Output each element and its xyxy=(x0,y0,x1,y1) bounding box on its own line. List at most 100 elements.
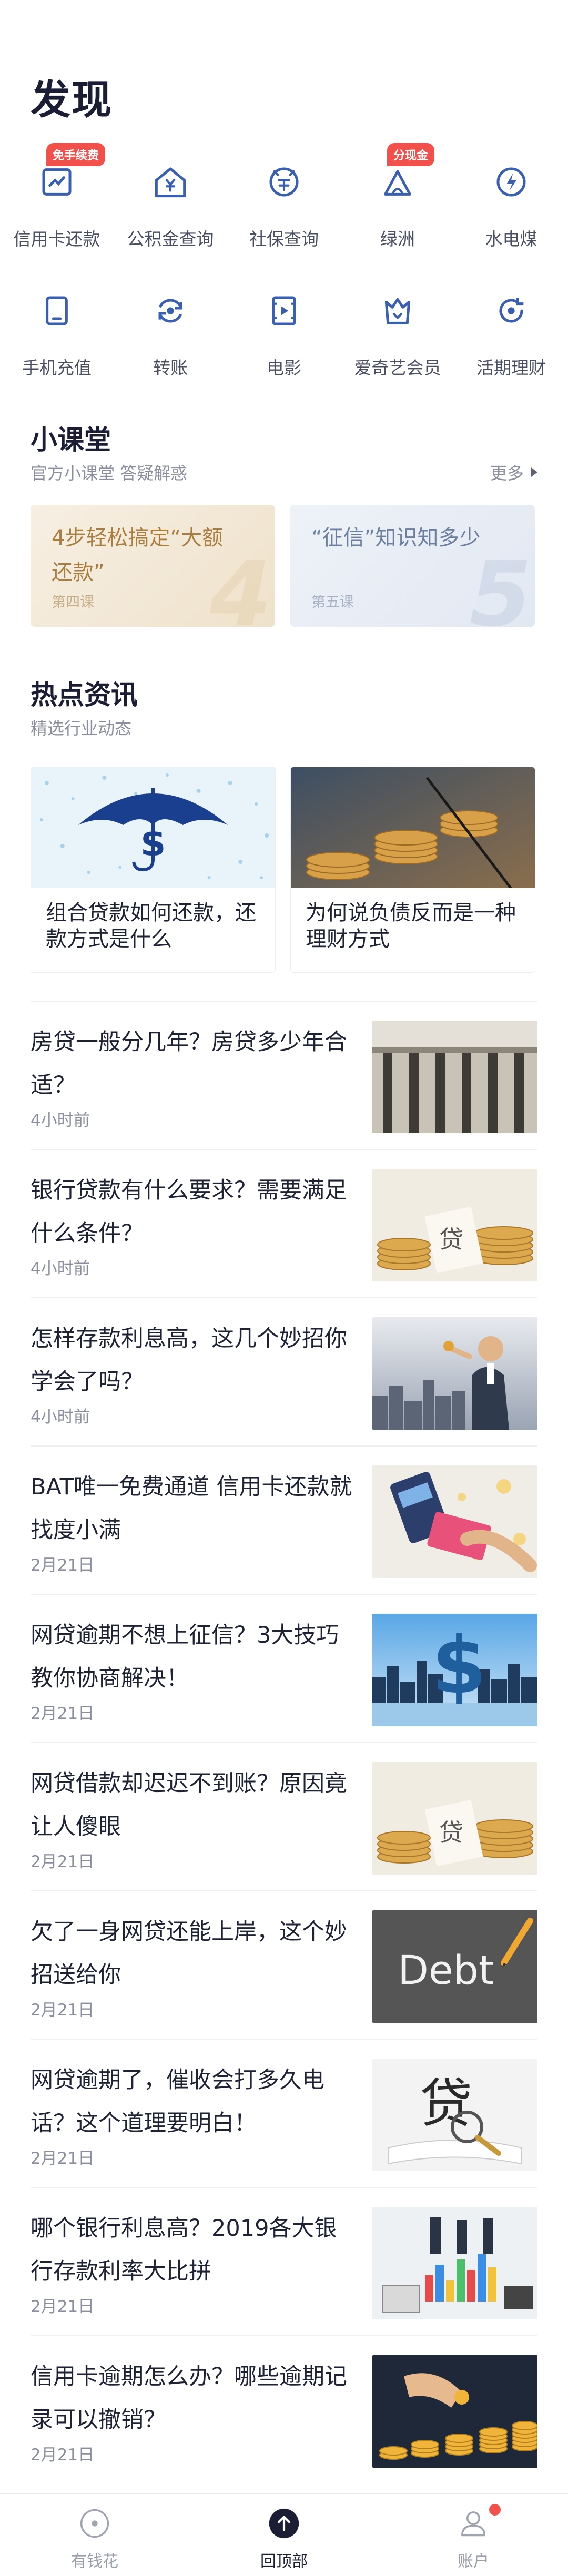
news-time: 4小时前 xyxy=(31,1259,90,1278)
coins-loan-image: 贷 xyxy=(372,1762,537,1875)
lesson-card[interactable]: 4 4步轻松搞定“大额还款” 第四课 xyxy=(31,505,275,627)
news-item[interactable]: 哪个银行利息高？2019各大银行存款利率大比拼 2月21日 xyxy=(31,2187,537,2335)
service-label: 社保查询 xyxy=(249,229,319,249)
featured-title: 为何说负债反而是一种理财方式 xyxy=(306,901,516,951)
tab-account[interactable]: 账户 xyxy=(379,2494,568,2576)
page-title: 发现 xyxy=(31,76,113,123)
phone-recharge-icon xyxy=(32,286,82,336)
service-phone-recharge[interactable]: 手机充值 xyxy=(0,272,114,401)
thumb-loan-text: 贷 xyxy=(439,1818,463,1847)
coins-loan-image: 贷 xyxy=(372,1169,537,1281)
dollar-city-image: $ xyxy=(372,1614,537,1726)
hot-news-title: 热点资讯 xyxy=(31,680,138,711)
news-item[interactable]: 怎样存款利息高，这几个妙招你学会了吗？ 4小时前 xyxy=(31,1297,537,1445)
card-payment-image xyxy=(372,1465,537,1578)
loan-magnifier-image: 贷 xyxy=(372,2059,537,2171)
social-security-icon xyxy=(259,157,309,207)
news-item[interactable]: 网贷借款却迟迟不到账？原因竟让人傻眼 2月21日 贷 xyxy=(31,1742,537,1890)
news-title: 怎样存款利息高，这几个妙招你学会了吗？ xyxy=(31,1326,347,1395)
coins-image xyxy=(291,767,535,888)
service-oasis[interactable]: 分现金 绿洲 xyxy=(341,143,454,272)
hot-news-subtitle: 精选行业动态 xyxy=(31,718,132,738)
city-businessman-image xyxy=(372,1317,537,1430)
service-label: 活期理财 xyxy=(476,358,546,378)
service-housing-fund[interactable]: 公积金查询 xyxy=(114,143,227,272)
debt-chalkboard-image: Debt xyxy=(372,1910,537,2023)
classroom-title: 小课堂 xyxy=(31,425,111,456)
news-time: 2月21日 xyxy=(31,2446,95,2465)
news-item[interactable]: 房贷一般分几年？房贷多少年合适？ 4小时前 xyxy=(31,1001,537,1149)
news-time: 2月21日 xyxy=(31,1852,95,1871)
news-item[interactable]: 欠了一身网贷还能上岸，这个妙招送给你 2月21日 Debt xyxy=(31,1890,537,2039)
news-item[interactable]: 网贷逾期了，催收会打多久电话？这个道理要明白！ 2月21日 贷 xyxy=(31,2039,537,2187)
lesson-big-number: 5 xyxy=(469,543,532,627)
chevron-right-icon xyxy=(531,467,537,477)
svg-text:$: $ xyxy=(432,1620,486,1712)
featured-article[interactable]: $ 组合贷款如何还款，还款方式是什么 xyxy=(31,767,276,973)
back-to-top-icon xyxy=(267,2506,301,2541)
news-item[interactable]: 银行贷款有什么要求？需要满足什么条件？ 4小时前 贷 xyxy=(31,1149,537,1297)
service-utilities[interactable]: 水电煤 xyxy=(454,143,568,272)
featured-title: 组合贷款如何还款，还款方式是什么 xyxy=(46,901,256,951)
service-label: 电影 xyxy=(267,358,301,378)
news-time: 4小时前 xyxy=(31,1408,90,1427)
classroom-more-link[interactable]: 更多 xyxy=(490,460,537,484)
lesson-card[interactable]: 5 “征信”知识知多少 第五课 xyxy=(290,505,535,627)
housing-fund-icon xyxy=(145,157,196,207)
account-icon xyxy=(456,2506,491,2541)
iqiyi-vip-icon xyxy=(372,286,423,336)
lesson-title: 4步轻松搞定“大额还款” xyxy=(52,526,224,585)
transfer-icon xyxy=(145,286,196,336)
news-time: 2月21日 xyxy=(31,2297,95,2316)
news-time: 2月21日 xyxy=(31,2001,95,2020)
service-label: 爱奇艺会员 xyxy=(354,358,441,378)
service-movie[interactable]: 电影 xyxy=(227,272,341,401)
service-label: 公积金查询 xyxy=(127,229,214,249)
tab-label: 回顶部 xyxy=(260,2552,308,2571)
service-current-finance[interactable]: 活期理财 xyxy=(454,272,568,401)
news-title: 网贷逾期了，催收会打多久电话？这个道理要明白！ xyxy=(31,2067,324,2136)
service-badge: 免手续费 xyxy=(46,143,106,166)
news-time: 2月21日 xyxy=(31,1704,95,1723)
tab-back-to-top[interactable]: 回顶部 xyxy=(189,2494,379,2576)
lesson-title: “征信”知识知多少 xyxy=(311,526,481,550)
coins-hand-image xyxy=(372,2355,537,2468)
youqianhua-icon xyxy=(77,2506,112,2541)
building-image xyxy=(372,1021,537,1133)
utilities-icon xyxy=(486,157,536,207)
news-title: 信用卡逾期怎么办？哪些逾期记录可以撤销？ xyxy=(31,2364,347,2433)
tab-youqianhua[interactable]: 有钱花 xyxy=(0,2494,189,2576)
current-finance-icon xyxy=(486,286,536,336)
umbrella-image: $ xyxy=(31,767,275,888)
news-title: 哪个银行利息高？2019各大银行存款利率大比拼 xyxy=(31,2215,337,2285)
service-iqiyi-vip[interactable]: 爱奇艺会员 xyxy=(341,272,454,401)
news-time: 2月21日 xyxy=(31,1556,95,1575)
news-item[interactable]: 网贷逾期不想上征信？3大技巧教你协商解决！ 2月21日 $ xyxy=(31,1594,537,1742)
service-grid: 免手续费 信用卡还款 公积金查询 社保查询 分现金 绿洲 水电煤 手机充值 转账… xyxy=(0,143,568,401)
service-transfer[interactable]: 转账 xyxy=(114,272,227,401)
bottom-tab-bar: 有钱花 回顶部 账户 xyxy=(0,2493,568,2576)
thumb-loan-text: 贷 xyxy=(420,2073,472,2134)
service-label: 水电煤 xyxy=(485,229,537,249)
news-item[interactable]: BAT唯一免费通道 信用卡还款就找度小满 2月21日 xyxy=(31,1445,537,1594)
classroom-subtitle: 官方小课堂 答疑解惑 xyxy=(31,463,188,483)
featured-article[interactable]: 为何说负债反而是一种理财方式 xyxy=(290,767,535,973)
movie-icon xyxy=(259,286,309,336)
notification-dot xyxy=(489,2504,501,2516)
service-badge: 分现金 xyxy=(387,143,435,166)
service-label: 转账 xyxy=(153,358,188,378)
news-time: 4小时前 xyxy=(31,1111,90,1130)
tab-label: 有钱花 xyxy=(71,2552,118,2571)
service-social-security[interactable]: 社保查询 xyxy=(227,143,341,272)
news-title: 欠了一身网贷还能上岸，这个妙招送给你 xyxy=(31,1919,347,1988)
news-title: 网贷借款却迟迟不到账？原因竟让人傻眼 xyxy=(31,1770,347,1840)
news-title: 房贷一般分几年？房贷多少年合适？ xyxy=(31,1029,347,1098)
thumb-loan-text: 贷 xyxy=(439,1225,463,1254)
news-item[interactable]: 信用卡逾期怎么办？哪些逾期记录可以撤销？ 2月21日 xyxy=(31,2335,537,2483)
news-title: BAT唯一免费通道 信用卡还款就找度小满 xyxy=(31,1474,352,1543)
bank-chart-image xyxy=(372,2207,537,2319)
news-title: 网贷逾期不想上征信？3大技巧教你协商解决！ xyxy=(31,1622,339,1692)
service-credit-card-repay[interactable]: 免手续费 信用卡还款 xyxy=(0,143,114,272)
lesson-number: 第四课 xyxy=(52,594,94,610)
news-time: 2月21日 xyxy=(31,2149,95,2168)
